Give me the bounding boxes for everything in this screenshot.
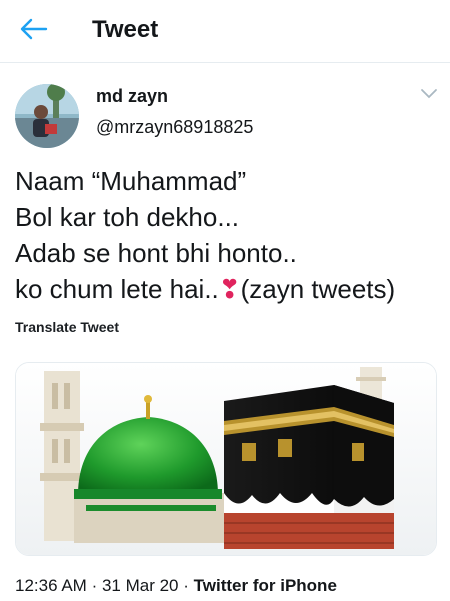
tweet-meta: 12:36 AM · 31 Mar 20 · Twitter for iPhon… xyxy=(15,576,337,596)
kaaba-icon xyxy=(224,385,394,549)
tweet-line-last: ko chum lete hai..❣(zayn tweets) xyxy=(15,271,440,307)
header-divider xyxy=(0,62,450,63)
page-title: Tweet xyxy=(92,16,159,43)
avatar[interactable] xyxy=(15,84,79,148)
tweet-suffix: (zayn tweets) xyxy=(240,274,396,304)
translate-tweet-link[interactable]: Translate Tweet xyxy=(15,319,119,335)
tweet-line: Naam “Muhammad” xyxy=(15,166,247,196)
meta-separator: · xyxy=(183,576,189,595)
tweet-line: Bol kar toh dekho... xyxy=(15,202,240,232)
tweet-line: Adab se hont bhi honto.. xyxy=(15,238,297,268)
tweet-source[interactable]: Twitter for iPhone xyxy=(194,576,337,595)
top-bar: Tweet xyxy=(0,0,450,62)
tweet-line-text: ko chum lete hai.. xyxy=(15,274,219,304)
tweet-text: Naam “Muhammad” Bol kar toh dekho... Ada… xyxy=(15,163,440,307)
author-handle[interactable]: @mrzayn68918825 xyxy=(96,117,253,138)
mosque-illustration xyxy=(16,363,436,555)
author-name[interactable]: md zayn xyxy=(96,86,168,107)
chevron-down-icon[interactable] xyxy=(420,88,438,100)
back-arrow-icon[interactable] xyxy=(20,18,48,40)
tweet-date: 31 Mar 20 xyxy=(101,576,179,595)
tweet-image[interactable] xyxy=(15,362,437,556)
meta-separator: · xyxy=(91,576,98,595)
tweet-time: 12:36 AM xyxy=(15,576,87,595)
heart-exclamation-icon: ❣ xyxy=(218,274,241,304)
